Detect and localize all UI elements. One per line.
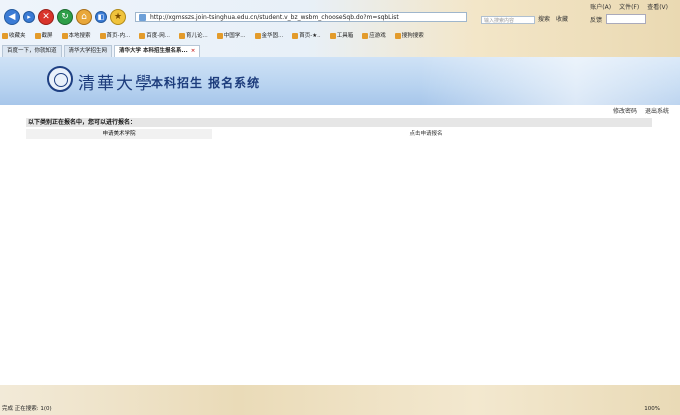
- fav-item[interactable]: 首页-★..: [292, 31, 321, 39]
- favorites-bar: 收藏夹 截屏 本地搜索 首页-内... 百度-网... 育儿论... 中国学..…: [2, 31, 424, 39]
- change-password-link[interactable]: 修改密码: [613, 106, 637, 115]
- fav-item[interactable]: 本地搜索: [61, 31, 91, 39]
- fav-icon: [34, 32, 41, 39]
- stop-icon[interactable]: ✕: [38, 9, 54, 25]
- category-name: 申请美术学院: [26, 129, 212, 139]
- search-input[interactable]: 输入搜索内容: [481, 16, 535, 24]
- restore-icon[interactable]: ◧: [95, 11, 107, 23]
- logout-link[interactable]: 退出系统: [645, 106, 669, 115]
- menu-bar: 账户(A) 文件(F) 查看(V): [590, 2, 668, 11]
- address-text: http://xgmsszs.join-tsinghua.edu.cn/stud…: [150, 14, 399, 21]
- table-row: 申请美术学院 点击申请报名: [26, 129, 652, 139]
- sogou-icon: [394, 32, 401, 39]
- favorites-button[interactable]: 收藏: [556, 14, 568, 23]
- zoom-level[interactable]: 100%: [644, 403, 660, 415]
- forward-icon[interactable]: ▸: [23, 11, 35, 23]
- home-icon[interactable]: ⌂: [76, 9, 92, 25]
- fav-item[interactable]: 截屏: [34, 31, 53, 39]
- tab-registration-system[interactable]: 清华大学 本科招生报名系... ×: [114, 45, 201, 57]
- browser-chrome: 账户(A) 文件(F) 查看(V) ◀ ▸ ✕ ↻ ⌂ ◧ ★ http://x…: [0, 0, 680, 57]
- game-icon: [362, 32, 369, 39]
- fav-icon: [179, 32, 186, 39]
- refresh-icon[interactable]: ↻: [57, 9, 73, 25]
- fav-icon: [61, 32, 68, 39]
- tab-baidu[interactable]: 百度一下，你就知道: [2, 45, 62, 57]
- apply-link[interactable]: 点击申请报名: [326, 129, 526, 139]
- close-tab-icon[interactable]: ×: [191, 48, 196, 54]
- favorites-star-icon[interactable]: ★: [110, 9, 126, 25]
- school-name-logo: 清華大學: [78, 74, 154, 94]
- fav-item[interactable]: 百度-网...: [139, 31, 170, 39]
- fav-item[interactable]: 首页-内...: [99, 31, 130, 39]
- fav-icon: [99, 32, 106, 39]
- page-title: 本科招生 报名系统: [151, 76, 261, 90]
- fav-item[interactable]: 育儿论...: [179, 31, 208, 39]
- tab-admissions-site[interactable]: 清华大学招生网: [63, 45, 113, 57]
- favorites-icon: [2, 32, 8, 39]
- page-icon: [139, 14, 146, 21]
- fav-item[interactable]: 工具箱: [329, 31, 353, 39]
- fav-item[interactable]: 中国学...: [216, 31, 246, 39]
- toolbar-right-extra: 反馈: [590, 14, 647, 24]
- fav-item[interactable]: 金华固...: [254, 31, 283, 39]
- tab-bar: 百度一下，你就知道 清华大学招生网 清华大学 本科招生报名系... ×: [2, 45, 201, 57]
- fav-item[interactable]: 收藏夹: [2, 31, 26, 39]
- menu-file[interactable]: 文件(F): [619, 2, 639, 11]
- tools-icon: [329, 32, 336, 39]
- address-bar[interactable]: http://xgmsszs.join-tsinghua.edu.cn/stud…: [135, 12, 467, 22]
- menu-view[interactable]: 查看(V): [647, 2, 668, 11]
- search-button[interactable]: 搜索: [538, 14, 550, 23]
- notice-bar: 以下类别正在报名中，您可以进行报名：: [26, 118, 652, 127]
- fav-icon: [216, 32, 223, 39]
- menu-account[interactable]: 账户(A): [590, 2, 611, 11]
- toolbar-input[interactable]: [606, 14, 647, 24]
- nav-buttons: ◀ ▸ ✕ ↻ ⌂ ◧ ★: [4, 9, 126, 25]
- feedback-button[interactable]: 反馈: [590, 15, 602, 24]
- back-icon[interactable]: ◀: [4, 9, 20, 25]
- fav-icon: [292, 32, 299, 39]
- fav-icon: [254, 32, 261, 39]
- site-banner: 清華大學 本科招生 报名系统: [0, 57, 680, 105]
- status-bar: 完成 正在搜索: 1(0) 100%: [0, 403, 680, 415]
- fav-icon: [139, 32, 146, 39]
- tsinghua-seal-icon: [47, 66, 73, 92]
- toolbar-right: 搜索 收藏: [538, 14, 568, 23]
- account-links: 修改密码 退出系统: [613, 106, 669, 115]
- status-text: 完成 正在搜索: 1(0): [2, 406, 52, 412]
- fav-item[interactable]: 搜狗搜索: [394, 31, 424, 39]
- fav-item[interactable]: 应游戏: [362, 31, 386, 39]
